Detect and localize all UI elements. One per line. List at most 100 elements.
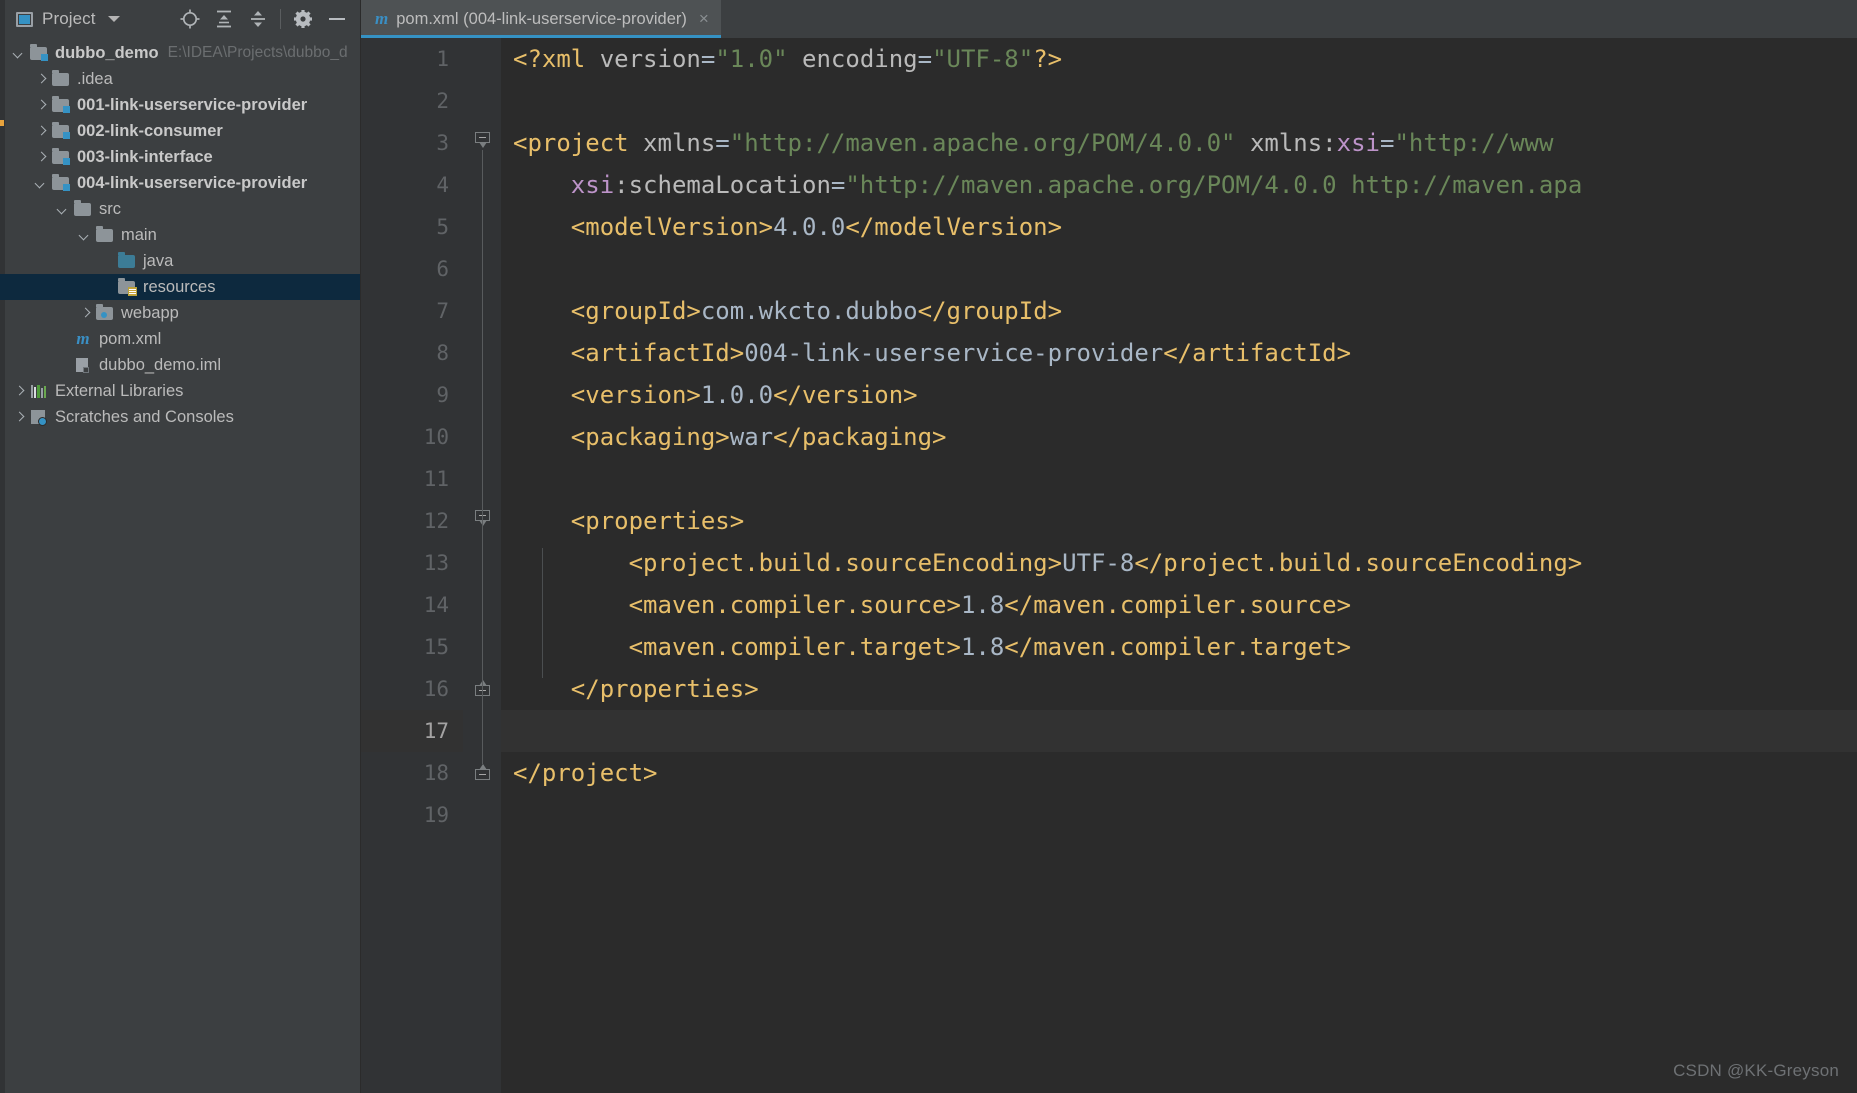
code-editor[interactable]: 1 2 3 4 5 6 7 8 9 10 11 12 13 14 15 16 17 18 19 <?xml vers…: [361, 38, 1857, 1093]
code-token: 1.8: [960, 633, 1005, 661]
gear-icon[interactable]: [286, 3, 320, 35]
tree-item-webapp[interactable]: webapp: [0, 300, 360, 326]
tree-item-pom-xml[interactable]: m pom.xml: [0, 326, 360, 352]
fold-expand-end-icon[interactable]: [475, 764, 491, 782]
tree-item-scratches-and-consoles[interactable]: Scratches and Consoles: [0, 404, 360, 430]
editor-tab-pom-xml[interactable]: m pom.xml (004-link-userservice-provider…: [361, 0, 721, 38]
chevron-down-icon[interactable]: [107, 16, 120, 22]
code-token: xmlns:: [1249, 129, 1337, 157]
code-token: UTF-8: [1062, 549, 1135, 577]
code-token: </version>: [773, 381, 918, 409]
webapp-folder-icon: [96, 304, 114, 321]
chevron-right-icon[interactable]: [36, 100, 47, 111]
fold-expand-end-icon[interactable]: [475, 680, 491, 698]
code-line[interactable]: <artifactId>004-link-userservice-provide…: [501, 332, 1857, 374]
locate-icon[interactable]: [173, 3, 207, 35]
chevron-right-icon[interactable]: [14, 412, 25, 423]
code-token: :schemaLocation: [614, 171, 831, 199]
module-folder-icon: [52, 122, 70, 139]
code-token: <artifactId>: [570, 339, 745, 367]
code-line[interactable]: xsi:schemaLocation="http://maven.apache.…: [501, 164, 1857, 206]
code-line[interactable]: <version>1.0.0</version>: [501, 374, 1857, 416]
tree-item-resources[interactable]: resources: [0, 274, 360, 300]
code-token: xsi: [570, 171, 615, 199]
code-token: </packaging>: [773, 423, 947, 451]
tree-item-label: 004-link-userservice-provider: [77, 173, 308, 192]
code-token: com.wkcto.dubbo: [700, 297, 918, 325]
tree-item-label: dubbo_demo: [55, 43, 159, 62]
line-number: 19: [423, 803, 449, 827]
tree-item-external-libraries[interactable]: External Libraries: [0, 378, 360, 404]
code-line[interactable]: [501, 80, 1857, 122]
chevron-down-icon[interactable]: [36, 178, 47, 189]
code-line[interactable]: [501, 710, 1857, 752]
fold-collapse-icon[interactable]: [475, 510, 491, 528]
code-line[interactable]: </properties>: [501, 668, 1857, 710]
tree-item-src[interactable]: src: [0, 196, 360, 222]
code-token: "1.0": [715, 45, 788, 73]
folder-icon: [96, 226, 114, 243]
code-line[interactable]: <packaging>war</packaging>: [501, 416, 1857, 458]
project-sidebar: Project dubbo_demo E:\IDEA\Projects\dubb…: [0, 0, 360, 1093]
code-line[interactable]: [501, 458, 1857, 500]
chevron-down-icon[interactable]: [58, 204, 69, 215]
code-token: </modelVersion>: [845, 213, 1063, 241]
chevron-right-icon[interactable]: [36, 74, 47, 85]
code-token: <version>: [570, 381, 701, 409]
code-line[interactable]: <groupId>com.wkcto.dubbo</groupId>: [501, 290, 1857, 332]
chevron-right-icon[interactable]: [36, 152, 47, 163]
close-icon[interactable]: ×: [699, 10, 709, 27]
tree-item-idea[interactable]: .idea: [0, 66, 360, 92]
code-token: xsi: [1336, 129, 1380, 157]
code-line[interactable]: <project.build.sourceEncoding>UTF-8</pro…: [501, 542, 1857, 584]
code-line[interactable]: [501, 248, 1857, 290]
tree-item-dubbo-demo-iml[interactable]: dubbo_demo.iml: [0, 352, 360, 378]
fold-collapse-icon[interactable]: [475, 132, 491, 150]
collapse-all-icon[interactable]: [241, 3, 275, 35]
code-folding-strip[interactable]: [463, 38, 501, 1093]
code-line[interactable]: <modelVersion>4.0.0</modelVersion>: [501, 206, 1857, 248]
line-number-gutter: 1 2 3 4 5 6 7 8 9 10 11 12 13 14 15 16 17 18 19: [361, 38, 463, 1093]
chevron-right-icon[interactable]: [14, 386, 25, 397]
tree-item-001-link-userservice-provider[interactable]: 001-link-userservice-provider: [0, 92, 360, 118]
chevron-down-icon[interactable]: [14, 48, 25, 59]
tree-item-main[interactable]: main: [0, 222, 360, 248]
tree-item-002-link-consumer[interactable]: 002-link-consumer: [0, 118, 360, 144]
code-line[interactable]: <maven.compiler.source>1.8</maven.compil…: [501, 584, 1857, 626]
tree-item-003-link-interface[interactable]: 003-link-interface: [0, 144, 360, 170]
code-line[interactable]: <project xmlns="http://maven.apache.org/…: [501, 122, 1857, 164]
chevron-right-icon[interactable]: [36, 126, 47, 137]
project-tree[interactable]: dubbo_demo E:\IDEA\Projects\dubbo_d .idea 0…: [0, 38, 360, 430]
tree-item-label: pom.xml: [99, 329, 162, 348]
minimize-icon[interactable]: [320, 3, 354, 35]
iml-file-icon: [74, 357, 92, 373]
code-token: ?>: [1033, 45, 1063, 73]
tree-item-label: main: [121, 225, 157, 244]
line-number: 16: [423, 677, 449, 701]
code-line[interactable]: <properties>: [501, 500, 1857, 542]
chevron-right-icon[interactable]: [80, 308, 91, 319]
chevron-down-icon[interactable]: [80, 230, 91, 241]
code-token: =: [715, 129, 730, 157]
code-line[interactable]: [501, 794, 1857, 836]
code-line[interactable]: <?xml version="1.0" encoding="UTF-8"?>: [501, 38, 1857, 80]
code-line[interactable]: </project>: [501, 752, 1857, 794]
code-token: encoding: [802, 45, 918, 73]
tree-item-java[interactable]: java: [0, 248, 360, 274]
expand-all-icon[interactable]: [207, 3, 241, 35]
code-content[interactable]: <?xml version="1.0" encoding="UTF-8"?> <p…: [501, 38, 1857, 1093]
code-line[interactable]: <maven.compiler.target>1.8</maven.compil…: [501, 626, 1857, 668]
tree-item-dubbo-demo[interactable]: dubbo_demo E:\IDEA\Projects\dubbo_d: [0, 40, 360, 66]
resources-folder-icon: [118, 278, 137, 296]
tree-item-004-link-userservice-provider[interactable]: 004-link-userservice-provider: [0, 170, 360, 196]
tree-item-label: resources: [143, 277, 216, 296]
tree-item-path: E:\IDEA\Projects\dubbo_d: [167, 44, 348, 61]
code-token: =: [1380, 129, 1395, 157]
module-folder-icon: [52, 174, 70, 191]
code-token: xmlns: [643, 129, 716, 157]
